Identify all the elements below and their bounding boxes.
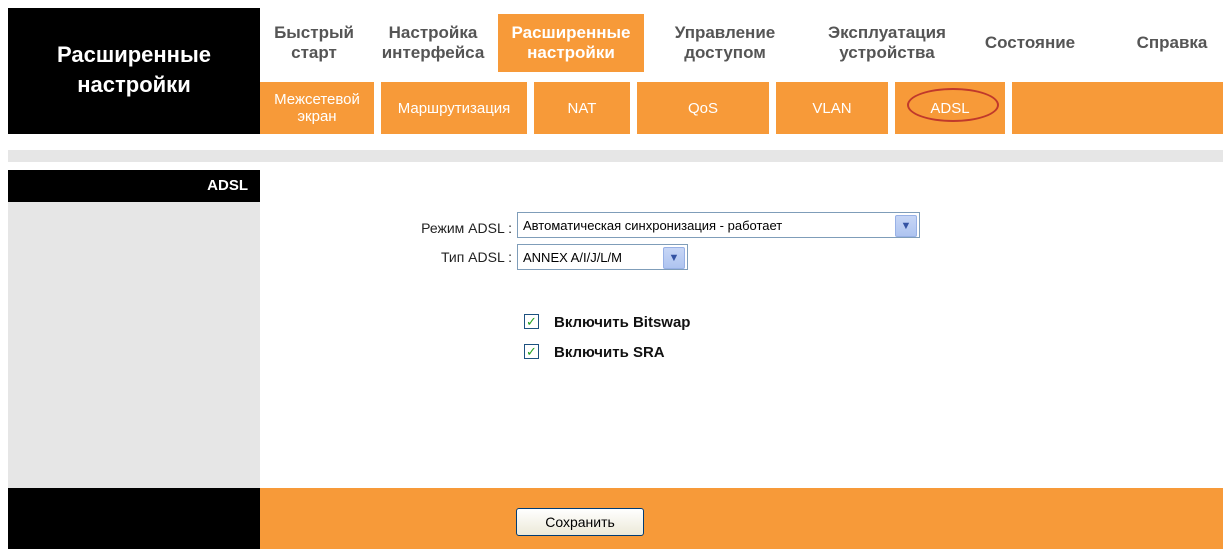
sub-menu-divider: [769, 82, 776, 134]
footer-left-block: [8, 488, 260, 549]
adsl-type-select[interactable]: ANNEX A/I/J/L/M ▼: [517, 244, 688, 270]
adsl-type-value: ANNEX A/I/J/L/M: [523, 249, 622, 265]
adsl-mode-value: Автоматическая синхронизация - работает: [523, 217, 783, 233]
chevron-down-icon[interactable]: ▼: [663, 247, 685, 269]
sub-menu-divider: [374, 82, 381, 134]
chevron-down-icon[interactable]: ▼: [895, 215, 917, 237]
save-button[interactable]: Сохранить: [516, 508, 644, 536]
top-menu-quick-start[interactable]: Быстрый старт: [260, 14, 368, 72]
top-menu-maintenance[interactable]: Эксплуатация устройства: [808, 14, 966, 72]
sidebar-panel: [8, 202, 260, 488]
adsl-mode-select[interactable]: Автоматическая синхронизация - работает …: [517, 212, 920, 238]
adsl-type-label: Тип ADSL :: [440, 249, 512, 265]
sub-menu-divider: [888, 82, 895, 134]
bitswap-label: Включить Bitswap: [554, 314, 691, 331]
sub-menu-qos[interactable]: QoS: [637, 82, 769, 134]
top-menu-help[interactable]: Справка: [1124, 14, 1220, 72]
sub-menu-routing[interactable]: Маршрутизация: [381, 82, 527, 134]
page-section-title: Расширенные настройки: [57, 42, 211, 97]
selection-highlight-ring: [907, 88, 999, 122]
top-menu-advanced-setup[interactable]: Расширенные настройки: [498, 14, 644, 72]
sra-checkbox[interactable]: ✓: [524, 344, 539, 359]
sub-menu-vlan[interactable]: VLAN: [776, 82, 888, 134]
sub-menu-divider: [630, 82, 637, 134]
footer-bar: [260, 488, 1223, 549]
header-spacer: [8, 150, 1223, 162]
sidebar-section-label: ADSL: [207, 177, 248, 194]
sub-menu-firewall[interactable]: Межсетевой экран: [260, 82, 374, 134]
checkmark-icon: ✓: [526, 314, 537, 329]
sub-menu-nat[interactable]: NAT: [534, 82, 630, 134]
top-menu-access-management[interactable]: Управление доступом: [660, 14, 790, 72]
top-menu-status[interactable]: Состояние: [968, 14, 1092, 72]
top-menu-interface-setup[interactable]: Настройка интерфейса: [368, 14, 498, 72]
sub-menu-divider: [1005, 82, 1012, 134]
bitswap-checkbox[interactable]: ✓: [524, 314, 539, 329]
sra-label: Включить SRA: [554, 344, 665, 361]
sub-menu-divider: [527, 82, 534, 134]
checkmark-icon: ✓: [526, 344, 537, 359]
adsl-mode-label: Режим ADSL :: [421, 220, 512, 236]
